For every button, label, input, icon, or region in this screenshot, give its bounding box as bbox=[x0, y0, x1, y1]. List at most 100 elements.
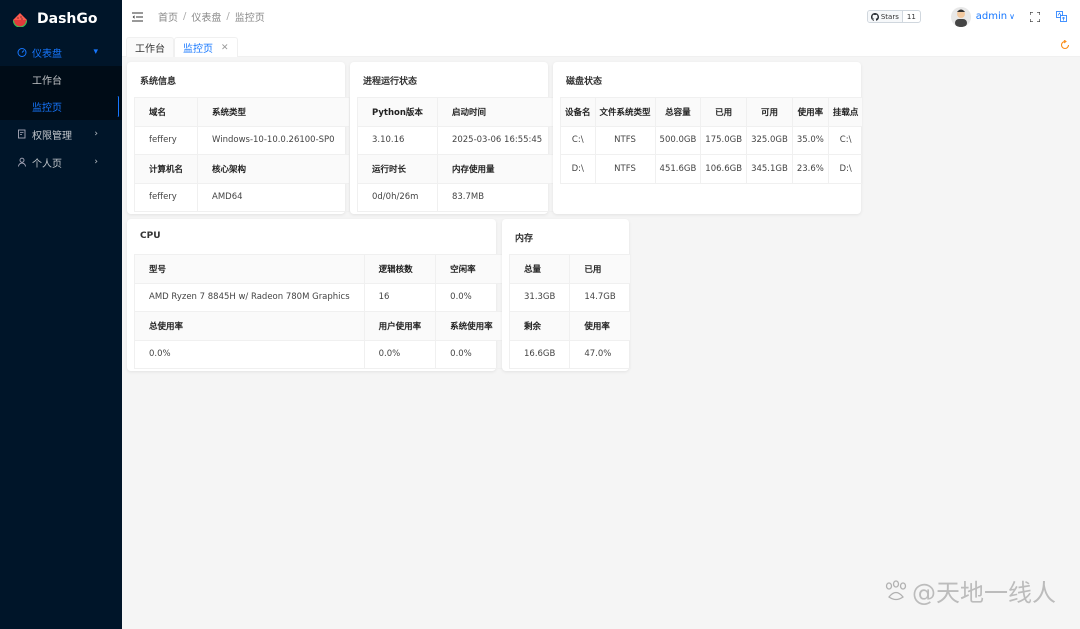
card-process-status: 进程运行状态 Python版本 启动时间 3.10.16 2025-03-06 … bbox=[350, 62, 558, 214]
cell: 域名 bbox=[133, 97, 199, 127]
github-stars-count: 11 bbox=[902, 12, 920, 21]
cell: 0d/0h/26m bbox=[357, 182, 438, 212]
translate-icon[interactable] bbox=[1055, 11, 1067, 23]
content-area: 系统信息 域名 系统类型 feffery Windows-10-10.0.261… bbox=[122, 57, 1080, 629]
dashboard-icon bbox=[16, 47, 27, 58]
cell: 运行时长 bbox=[357, 154, 438, 184]
watermark: @天地一线人 bbox=[883, 573, 1056, 608]
cell: NTFS bbox=[594, 125, 656, 155]
disk-status-table: 设备名 文件系统类型 总容量 已用 可用 使用率 挂载点 C:\ NTFS 50… bbox=[560, 97, 864, 184]
cell: 35.0% bbox=[791, 125, 829, 155]
cell: 系统使用率 bbox=[435, 311, 508, 341]
table-header-row: 设备名 文件系统类型 总容量 已用 可用 使用率 挂载点 bbox=[560, 97, 864, 127]
cell: 用户使用率 bbox=[363, 311, 437, 341]
cell: 47.0% bbox=[569, 339, 631, 369]
breadcrumb-item-home[interactable]: 首页 bbox=[158, 9, 178, 24]
watermark-text: @天地一线人 bbox=[912, 579, 1056, 607]
menu-fold-icon[interactable] bbox=[132, 11, 144, 23]
breadcrumb-separator: / bbox=[183, 11, 187, 22]
chevron-right-icon: › bbox=[94, 129, 98, 139]
cell: 系统类型 bbox=[197, 97, 350, 127]
cell: 500.0GB bbox=[654, 125, 702, 155]
card-title: CPU bbox=[140, 231, 161, 241]
cell: 启动时间 bbox=[436, 97, 558, 127]
fullscreen-icon[interactable] bbox=[1029, 11, 1041, 23]
github-stars-badge[interactable]: Stars 11 bbox=[866, 10, 921, 23]
cell: 325.0GB bbox=[746, 125, 793, 155]
memory-table: 总量 已用 31.3GB 14.7GB 剩余 使用率 16.6GB 47.0% bbox=[508, 254, 631, 369]
sidebar-item-label: 权限管理 bbox=[32, 130, 72, 142]
cell: 0.0% bbox=[134, 339, 365, 369]
sidebar-item-label: 监控页 bbox=[32, 103, 62, 114]
cell: 计算机名 bbox=[133, 154, 199, 184]
cell: 83.7MB bbox=[436, 182, 558, 212]
tab-workbench[interactable]: 工作台 bbox=[126, 37, 174, 57]
tab-label: 监控页 bbox=[183, 44, 213, 55]
sidebar-item-permissions[interactable]: 权限管理 › bbox=[0, 120, 122, 148]
cell: 345.1GB bbox=[746, 154, 793, 184]
cell: C:\ bbox=[560, 125, 596, 155]
process-status-table: Python版本 启动时间 3.10.16 2025-03-06 16:55:4… bbox=[357, 97, 558, 212]
cell: Python版本 bbox=[357, 97, 438, 127]
system-info-table: 域名 系统类型 feffery Windows-10-10.0.26100-SP… bbox=[133, 97, 350, 212]
cell: 使用率 bbox=[569, 311, 631, 341]
column-header: 使用率 bbox=[791, 97, 829, 127]
cell: 31.3GB bbox=[508, 282, 571, 312]
cell: 0.0% bbox=[435, 282, 508, 312]
page-tabs: 工作台 监控页 ✕ bbox=[122, 33, 1080, 57]
sidebar-item-profile[interactable]: 个人页 › bbox=[0, 148, 122, 176]
tab-label: 工作台 bbox=[135, 44, 165, 55]
header-actions: Stars 11 admin ∨ bbox=[866, 0, 1080, 33]
user-icon bbox=[16, 157, 27, 168]
sidebar-item-workbench[interactable]: 工作台 bbox=[0, 66, 122, 93]
card-disk-status: 磁盘状态 设备名 文件系统类型 总容量 已用 可用 使用率 挂载点 C:\ NT… bbox=[553, 62, 864, 214]
audit-icon bbox=[16, 129, 27, 140]
tab-monitor[interactable]: 监控页 ✕ bbox=[174, 37, 238, 57]
card-system-info: 系统信息 域名 系统类型 feffery Windows-10-10.0.261… bbox=[127, 62, 350, 214]
cell: feffery bbox=[133, 182, 199, 212]
card-title: 磁盘状态 bbox=[566, 77, 603, 87]
refresh-icon[interactable] bbox=[1060, 40, 1070, 50]
close-icon[interactable]: ✕ bbox=[221, 43, 229, 53]
cpu-table: 型号 逻辑核数 空闲率 AMD Ryzen 7 8845H w/ Radeon … bbox=[134, 254, 508, 369]
brand[interactable]: DashGo bbox=[0, 0, 122, 38]
cell: D:\ bbox=[560, 154, 596, 184]
column-header: 总容量 bbox=[654, 97, 702, 127]
breadcrumb-separator: / bbox=[226, 11, 230, 22]
brand-name: DashGo bbox=[37, 11, 98, 27]
card-title: 系统信息 bbox=[140, 77, 177, 87]
column-header: 挂载点 bbox=[827, 97, 864, 127]
cell: AMD64 bbox=[197, 182, 350, 212]
table-row: D:\ NTFS 451.6GB 106.6GB 345.1GB 23.6% D… bbox=[560, 154, 864, 184]
user-menu[interactable]: admin ∨ bbox=[976, 11, 1015, 22]
sidebar-item-dashboard[interactable]: 仪表盘 ▾ bbox=[0, 38, 122, 66]
paw-icon bbox=[885, 579, 907, 600]
card-title: 内存 bbox=[515, 234, 534, 244]
chevron-right-icon: › bbox=[94, 157, 98, 167]
column-header: 已用 bbox=[700, 97, 748, 127]
chevron-down-icon: ∨ bbox=[1009, 12, 1015, 21]
cell: 451.6GB bbox=[654, 154, 702, 184]
table-row: C:\ NTFS 500.0GB 175.0GB 325.0GB 35.0% C… bbox=[560, 125, 864, 155]
github-icon bbox=[870, 12, 879, 21]
sidebar-item-label: 仪表盘 bbox=[32, 48, 62, 60]
sidebar: DashGo 仪表盘 ▾ 工作台 监控页 权限管理 › 个人页 › bbox=[0, 0, 122, 629]
card-memory: 内存 总量 已用 31.3GB 14.7GB 剩余 使用率 16.6GB 47.… bbox=[502, 219, 631, 371]
card-cpu: CPU 型号 逻辑核数 空闲率 AMD Ryzen 7 8845H w/ Rad… bbox=[127, 219, 508, 371]
column-header: 文件系统类型 bbox=[594, 97, 656, 127]
cell: 2025-03-06 16:55:45 bbox=[436, 125, 558, 155]
cell: 0.0% bbox=[435, 339, 508, 369]
cell: 总量 bbox=[508, 254, 571, 284]
header: 首页 / 仪表盘 / 监控页 Stars 11 admin ∨ bbox=[122, 0, 1080, 33]
cell: 内存使用量 bbox=[436, 154, 558, 184]
breadcrumb-item-dashboard[interactable]: 仪表盘 bbox=[191, 9, 221, 24]
cell: 0.0% bbox=[363, 339, 437, 369]
cell: 剩余 bbox=[508, 311, 571, 341]
cell: AMD Ryzen 7 8845H w/ Radeon 780M Graphic… bbox=[134, 282, 365, 312]
cell: 175.0GB bbox=[700, 125, 748, 155]
sidebar-item-monitor[interactable]: 监控页 bbox=[0, 93, 122, 120]
user-name: admin bbox=[975, 11, 1008, 22]
cell: 23.6% bbox=[791, 154, 829, 184]
avatar[interactable] bbox=[950, 6, 971, 27]
cell: feffery bbox=[133, 125, 199, 155]
